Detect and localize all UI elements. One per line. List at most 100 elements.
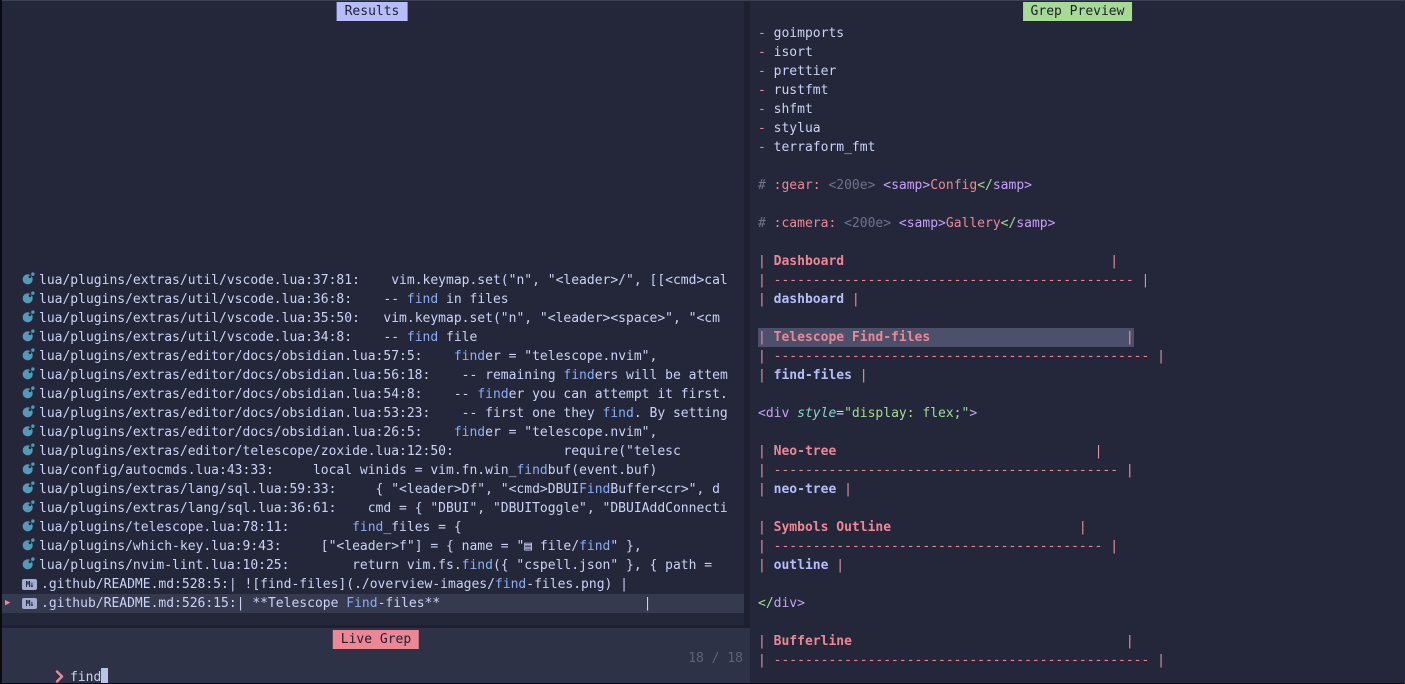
preview-line: - terraform_fmt: [758, 138, 1405, 157]
preview-text: -: [758, 102, 774, 117]
code-text: -files** |: [378, 596, 652, 611]
lua-icon: [22, 519, 38, 537]
preview-text: -: [758, 140, 774, 155]
preview-text: rustfmt: [774, 83, 829, 98]
preview-text: style: [797, 406, 836, 421]
lua-icon: [22, 367, 38, 385]
result-row[interactable]: lua/plugins/extras/util/vscode.lua:35:50…: [0, 309, 744, 328]
match-text: find: [477, 387, 508, 402]
match-text: find: [454, 425, 485, 440]
preview-line: | --------------------------------------…: [758, 347, 1405, 366]
preview-line: | find-files |: [758, 366, 1405, 385]
preview-line: # :gear: <200e> <samp>Config</samp>: [758, 176, 1405, 195]
preview-text: ----------------------------------------…: [774, 349, 1150, 364]
preview-text: goimports: [774, 26, 844, 41]
result-row[interactable]: lua/plugins/extras/editor/docs/obsidian.…: [0, 347, 744, 366]
preview-text: Gallery: [946, 216, 1001, 231]
match-text: find: [495, 577, 526, 592]
markdown-icon: M↓: [22, 579, 37, 590]
result-row[interactable]: lua/plugins/extras/lang/sql.lua:36:61: c…: [0, 499, 744, 518]
preview-text: #: [758, 216, 774, 231]
preview-text: |: [758, 368, 774, 383]
preview-text: :gear:: [774, 178, 829, 193]
result-row[interactable]: lua/plugins/extras/editor/docs/obsidian.…: [0, 366, 744, 385]
preview-text: </: [977, 178, 993, 193]
preview-line: | outline |: [758, 556, 1405, 575]
result-row[interactable]: lua/plugins/extras/util/vscode.lua:34:8:…: [0, 328, 744, 347]
screen-border-left: [0, 0, 2, 684]
preview-text: -: [758, 83, 774, 98]
lua-icon: [22, 272, 38, 290]
preview-text: |: [836, 482, 852, 497]
code-text: ["<leader>f"] = { name = "▤ file/: [282, 539, 579, 554]
preview-text: -: [758, 26, 774, 41]
result-path: lua/plugins/extras/util/vscode.lua:35:50…: [39, 311, 360, 326]
result-path: lua/plugins/extras/lang/sql.lua:36:61:: [39, 501, 336, 516]
result-row-selected[interactable]: ▶M↓.github/README.md:526:15:| **Telescop…: [0, 594, 744, 613]
code-text: Buffer<cr>", d: [610, 482, 720, 497]
preview-text: neo-tree: [774, 482, 837, 497]
preview-line: | --------------------------------------…: [758, 271, 1405, 290]
result-path: lua/plugins/extras/editor/docs/obsidian.…: [39, 425, 423, 440]
preview-text: |: [1118, 463, 1134, 478]
result-row[interactable]: lua/plugins/extras/editor/docs/obsidian.…: [0, 404, 744, 423]
preview-text: #: [758, 178, 774, 193]
screen-border-top: [0, 0, 1405, 1]
result-path: .github/README.md:526:15:: [41, 596, 237, 611]
prompt-caret-icon: [55, 670, 64, 684]
result-path: lua/plugins/telescope.lua:78:11:: [39, 520, 289, 535]
search-input[interactable]: find: [8, 649, 108, 684]
preview-text: find-files: [774, 368, 852, 383]
result-row[interactable]: lua/plugins/extras/util/vscode.lua:37:81…: [0, 271, 744, 290]
preview-text: </: [758, 596, 774, 611]
preview-line: [758, 423, 1405, 442]
preview-text: |: [1134, 273, 1150, 288]
result-row[interactable]: lua/plugins/extras/editor/docs/obsidian.…: [0, 423, 744, 442]
preview-text: >: [969, 406, 977, 421]
text-cursor: [101, 668, 108, 683]
result-row[interactable]: lua/plugins/extras/lang/sql.lua:59:33: {…: [0, 480, 744, 499]
preview-line: | Symbols Outline |: [758, 518, 1405, 537]
preview-text: |: [1110, 254, 1118, 269]
code-text: | **Telescope: [237, 596, 347, 611]
selection-caret-icon: ▶: [5, 594, 10, 613]
preview-line: [758, 575, 1405, 594]
code-text: ers will be attem: [595, 368, 728, 383]
preview-text: <samp>: [883, 178, 930, 193]
code-text: -files.png) |: [526, 577, 628, 592]
code-text: vim.keymap.set("n", "<leader>/", [[<cmd>…: [360, 273, 728, 288]
preview-text: [891, 520, 1079, 535]
preview-line: | Dashboard |: [758, 252, 1405, 271]
result-row[interactable]: lua/config/autocmds.lua:43:33: local win…: [0, 461, 744, 480]
result-row[interactable]: lua/plugins/extras/util/vscode.lua:36:8:…: [0, 290, 744, 309]
live-grep-title: Live Grep: [333, 630, 419, 649]
result-row[interactable]: M↓.github/README.md:528:5:| ![find-files…: [0, 575, 744, 594]
preview-text: </: [1001, 216, 1017, 231]
lua-icon: [22, 557, 38, 575]
result-path: lua/plugins/which-key.lua:9:43:: [39, 539, 282, 554]
preview-text: |: [1102, 539, 1118, 554]
preview-text: <samp>: [899, 216, 946, 231]
preview-text: |: [758, 254, 774, 269]
preview-text: |: [1149, 349, 1165, 364]
preview-text: [852, 634, 1126, 649]
preview-line: - prettier: [758, 62, 1405, 81]
lua-icon: [22, 424, 38, 442]
result-row[interactable]: lua/plugins/extras/editor/telescope/zoxi…: [0, 442, 744, 461]
preview-text: |: [758, 539, 774, 554]
preview-line: | dashboard |: [758, 290, 1405, 309]
result-row[interactable]: lua/plugins/nvim-lint.lua:10:25: return …: [0, 556, 744, 575]
code-text: ({ "cspell.json" }, { path =: [493, 558, 712, 573]
preview-text: outline: [774, 558, 829, 573]
preview-text: -: [758, 64, 774, 79]
preview-line: | neo-tree |: [758, 480, 1405, 499]
preview-text: |: [1126, 330, 1134, 345]
preview-text: <div: [758, 406, 789, 421]
result-row[interactable]: lua/plugins/extras/editor/docs/obsidian.…: [0, 385, 744, 404]
preview-text: Symbols Outline: [774, 520, 891, 535]
result-row[interactable]: lua/plugins/telescope.lua:78:11: find_fi…: [0, 518, 744, 537]
preview-text: "display: flex;": [844, 406, 969, 421]
result-row[interactable]: lua/plugins/which-key.lua:9:43: ["<leade…: [0, 537, 744, 556]
code-text: in files: [438, 292, 508, 307]
preview-text: Dashboard: [774, 254, 844, 269]
